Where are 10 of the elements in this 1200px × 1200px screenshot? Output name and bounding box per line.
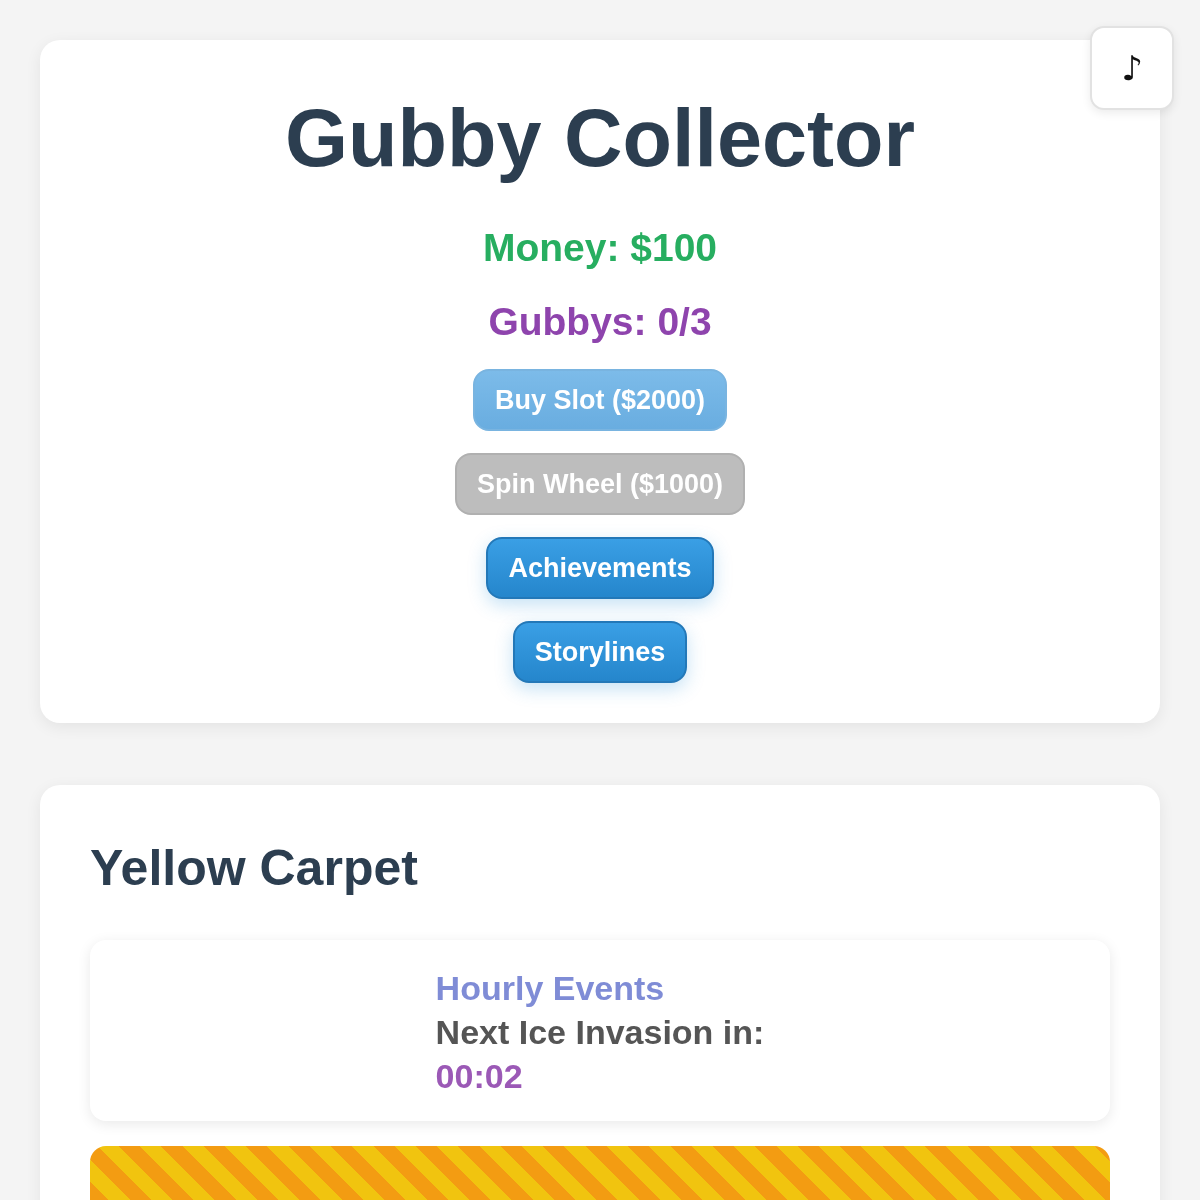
area-title: Yellow Carpet (90, 840, 419, 896)
event-countdown-label: Next Ice Invasion in: (435, 1012, 765, 1053)
money-counter: Money: $100 (482, 226, 718, 270)
event-title: Hourly Events (435, 968, 665, 1009)
music-button[interactable]: ♪ (1090, 26, 1174, 110)
action-button[interactable]: Achievements (486, 537, 714, 599)
action-button[interactable]: Storylines (512, 621, 688, 683)
gubby-counter: Gubbys: 0/3 (488, 300, 712, 344)
game-title: Gubby Collector (284, 95, 915, 181)
countdown-timer: 00:02 (435, 1056, 523, 1097)
